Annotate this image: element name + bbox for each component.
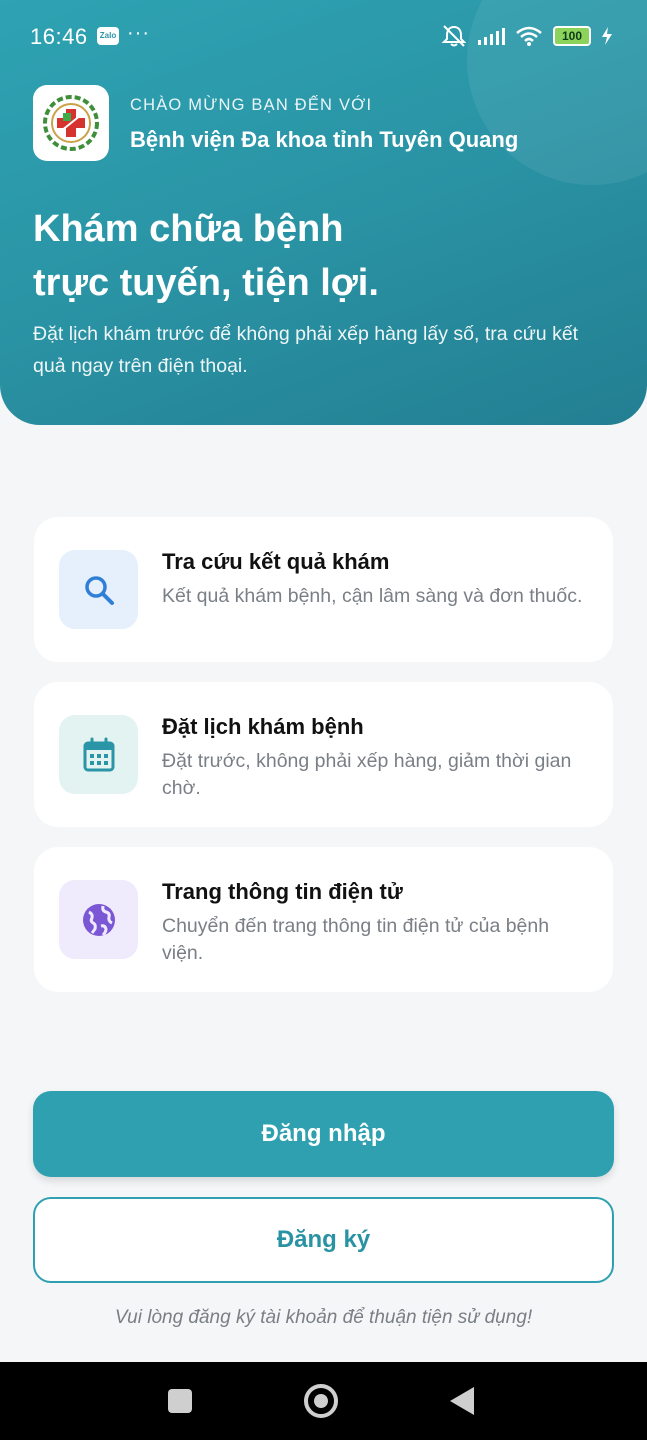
home-button[interactable]	[304, 1384, 338, 1418]
card-description: Chuyển đến trang thông tin điện tử của b…	[162, 915, 550, 964]
card-title: Đặt lịch khám bệnh	[162, 714, 364, 739]
hospital-logo-icon	[43, 95, 99, 151]
home-button-dot	[314, 1394, 328, 1408]
register-hint: Vui lòng đăng ký tài khoản để thuận tiện…	[114, 1307, 533, 1328]
search-icon	[84, 575, 114, 605]
charging-icon	[602, 27, 612, 45]
card-icon-box	[59, 550, 138, 629]
wifi-icon	[516, 26, 542, 46]
mute-bell-icon	[441, 25, 467, 47]
card-icon-box	[59, 880, 138, 959]
card-title: Trang thông tin điện tử	[162, 879, 403, 904]
hero-subtitle: Đặt lịch khám trước để không phải xếp hà…	[33, 323, 579, 377]
hero-title-line-2: trực tuyến, tiện lợi.	[33, 262, 379, 304]
card-description: Đặt trước, không phải xếp hàng, giảm thờ…	[162, 750, 572, 799]
card-book-appointment[interactable]: Đặt lịch khám bệnh Đặt trước, không phải…	[34, 682, 613, 827]
signal-icon	[478, 28, 505, 45]
status-time: 16:46	[30, 24, 88, 49]
welcome-label: CHÀO MỪNG BẠN ĐẾN VỚI	[130, 96, 373, 114]
calendar-icon	[83, 737, 114, 771]
card-title: Tra cứu kết quả khám	[162, 549, 390, 574]
hero-header: 16:46 Zalo ··· 100 CHÀO MỪNG BẠN ĐẾN VỚI…	[0, 0, 647, 425]
hospital-logo	[33, 85, 109, 161]
globe-icon	[82, 903, 115, 936]
hospital-name: Bệnh viện Đa khoa tỉnh Tuyên Quang	[130, 127, 519, 152]
hero-title: Khám chữa bệnh trực tuyến, tiện lợi.	[33, 202, 593, 310]
card-description: Kết quả khám bệnh, cận lâm sàng và đơn t…	[162, 585, 583, 607]
zalo-notification-icon: Zalo	[97, 27, 119, 45]
card-lookup-results[interactable]: Tra cứu kết quả khám Kết quả khám bệnh, …	[34, 517, 613, 662]
back-button[interactable]	[450, 1387, 474, 1415]
status-icons: 100	[441, 24, 613, 48]
recent-apps-button[interactable]	[168, 1389, 192, 1413]
login-button[interactable]: Đăng nhập	[33, 1091, 614, 1177]
card-icon-box	[59, 715, 138, 794]
register-button[interactable]: Đăng ký	[33, 1197, 614, 1283]
more-notifications-icon: ···	[127, 22, 150, 44]
battery-icon: 100	[553, 26, 591, 46]
card-hospital-website[interactable]: Trang thông tin điện tử Chuyển đến trang…	[34, 847, 613, 992]
hero-title-line-1: Khám chữa bệnh	[33, 208, 344, 250]
status-bar: 16:46 Zalo ··· 100	[0, 0, 647, 56]
